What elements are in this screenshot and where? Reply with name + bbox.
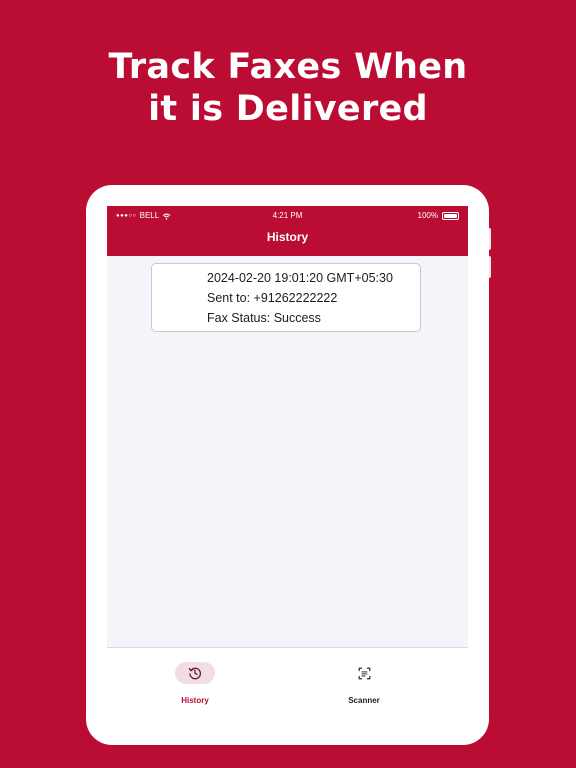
nav-label-history: History	[181, 696, 209, 705]
app-screen: ●●●○○ BELL 4:21 PM 100% History 2024-02-…	[107, 206, 468, 725]
nav-item-history[interactable]: History	[145, 648, 245, 725]
status-time: 4:21 PM	[272, 211, 303, 220]
scan-icon	[358, 667, 370, 679]
nav-item-scanner[interactable]: Scanner	[314, 648, 414, 725]
nav-label-scanner: Scanner	[348, 696, 380, 705]
fax-status: Fax Status: Success	[207, 311, 321, 325]
nav-active-indicator	[175, 662, 215, 684]
app-bar: ●●●○○ BELL 4:21 PM 100% History	[107, 206, 468, 256]
bottom-navigation: History Scanner	[107, 647, 468, 725]
tablet-frame: ●●●○○ BELL 4:21 PM 100% History 2024-02-…	[86, 185, 489, 745]
promo-headline: Track Faxes When it is Delivered	[0, 46, 576, 130]
battery-percent: 100%	[417, 211, 438, 220]
battery-icon	[442, 212, 459, 220]
fax-recipient: Sent to: +91262222222	[207, 291, 338, 305]
fax-datetime: 2024-02-20 19:01:20 GMT+05:30	[207, 271, 393, 285]
headline-line-2: it is Delivered	[148, 89, 428, 129]
history-icon	[188, 667, 202, 680]
status-bar: ●●●○○ BELL 4:21 PM 100%	[107, 206, 468, 226]
headline-line-1: Track Faxes When	[108, 47, 468, 87]
history-card[interactable]: 2024-02-20 19:01:20 GMT+05:30 Sent to: +…	[151, 263, 421, 332]
page-title: History	[266, 230, 309, 244]
